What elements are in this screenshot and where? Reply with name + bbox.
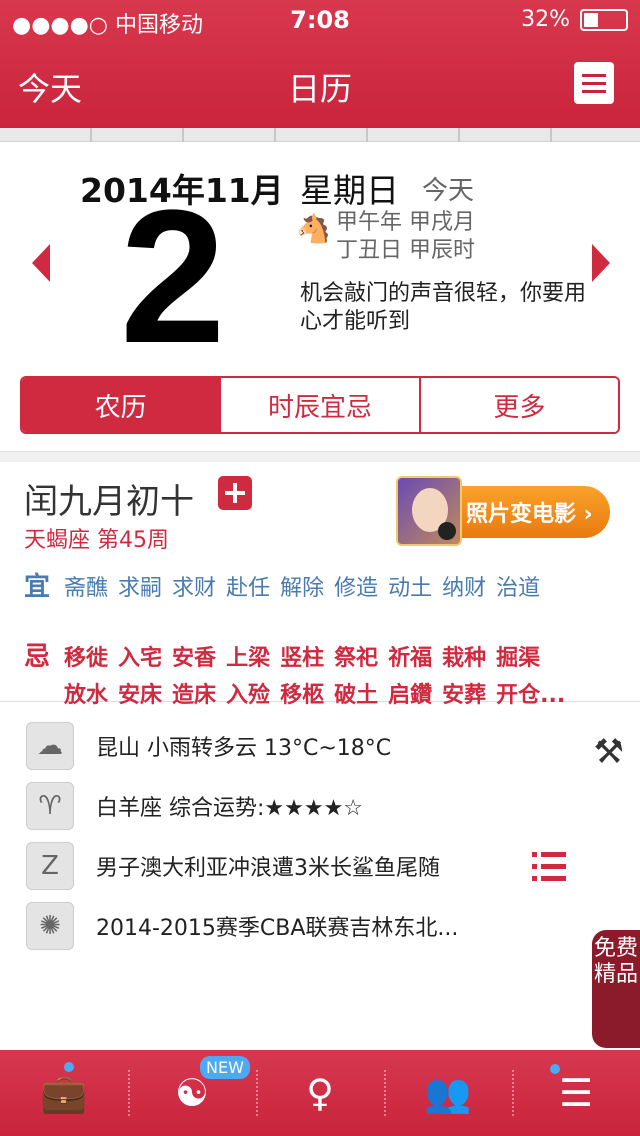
tools-icon[interactable]: ⚒ <box>594 732 624 772</box>
settings-tab[interactable]: ☰ <box>512 1050 640 1136</box>
weather-text: 昆山 小雨转多云 13°C~18°C <box>96 736 392 761</box>
battery-percent: 32% <box>521 7 570 32</box>
ji-item: 掘渠 <box>496 646 541 671</box>
horoscope-row[interactable]: ♈ 白羊座 综合运势:★★★★☆ <box>0 774 640 834</box>
sports-row[interactable]: ✺ 2014-2015赛季CBA联赛吉林东北... <box>0 894 640 954</box>
lunar-date: 闰九月初十 <box>24 482 194 522</box>
battery-icon <box>580 8 628 31</box>
new-badge: NEW <box>200 1056 250 1079</box>
yi-item: 纳财 <box>442 576 487 601</box>
yi-item: 求财 <box>172 576 217 601</box>
notepad-icon[interactable] <box>574 62 614 104</box>
fortune-tab[interactable]: ☯ NEW <box>128 1050 256 1136</box>
weather-row[interactable]: ☁ 昆山 小雨转多云 13°C~18°C ⚒ <box>0 714 640 774</box>
page-title: 日历 <box>287 70 352 108</box>
ji-item: 祭祀 <box>334 646 379 671</box>
news-text: 男子澳大利亚冲浪遭3米长鲨鱼尾随 <box>96 856 440 881</box>
toolbox-tab[interactable]: 💼 <box>0 1050 128 1136</box>
fortune-text: 机会敲门的声音很轻，你要用心才能听到 <box>300 281 587 334</box>
cloud-rain-icon: ☁ <box>26 722 74 770</box>
bottom-tab-bar: 💼 ☯ NEW ♀ 👥 ☰ <box>0 1050 640 1136</box>
sports-text: 2014-2015赛季CBA联赛吉林东北... <box>96 916 459 941</box>
ji-item: 移徙 <box>64 646 109 671</box>
horoscope-text: 白羊座 综合运势:★★★★☆ <box>96 796 364 821</box>
ji-item: 栽种 <box>442 646 487 671</box>
ruler-divider <box>0 128 640 142</box>
aries-icon: ♈ <box>26 782 74 830</box>
ganzhi-line-2: 丁丑日 甲辰时 <box>336 238 475 263</box>
ji-item: 竖柱 <box>280 646 325 671</box>
girl-silhouette-icon: ♀ <box>306 1071 334 1115</box>
today-label: 今天 <box>422 176 475 206</box>
ji-item: 入宅 <box>118 646 163 671</box>
yi-item: 求嗣 <box>118 576 163 601</box>
notification-dot <box>550 1064 560 1074</box>
yi-item: 修造 <box>334 576 379 601</box>
status-right: 32% <box>521 7 628 32</box>
zodiac-week: 天蝎座 第45周 <box>24 528 169 553</box>
ji-line-1: 忌 移徙 入宅 安香 上梁 竖柱 祭祀 祈福 栽种 掘渠 <box>24 636 565 673</box>
yi-item: 解除 <box>280 576 325 601</box>
sports-logo-icon: ✺ <box>26 902 74 950</box>
day-number: 2 <box>120 171 226 383</box>
yi-item: 斋醮 <box>64 576 109 601</box>
tab-lunar[interactable]: 农历 <box>22 378 220 432</box>
promo-button[interactable]: 照片变电影 › <box>462 486 610 538</box>
segment-tabs: 农历 时辰宜忌 更多 <box>20 376 620 434</box>
header: ●●●●○ 中国移动 7:08 32% 今天 日历 <box>0 0 640 128</box>
girl-tab[interactable]: ♀ <box>256 1050 384 1136</box>
ji-row: 忌 移徙 入宅 安香 上梁 竖柱 祭祀 祈福 栽种 掘渠 放水 安床 造床 入殓… <box>24 636 565 713</box>
yi-item: 赴任 <box>226 576 271 601</box>
ji-item: 上梁 <box>226 646 271 671</box>
info-list: ☁ 昆山 小雨转多云 13°C~18°C ⚒ ♈ 白羊座 综合运势:★★★★☆ … <box>0 704 640 954</box>
next-day-arrow-icon[interactable] <box>592 244 610 282</box>
horse-icon: 🐴 <box>296 212 331 245</box>
community-tab[interactable]: 👥 <box>384 1050 512 1136</box>
date-card: 2014年11月 2 星期日 今天 🐴 甲午年 甲戌月 丁丑日 甲辰时 机会敲门… <box>0 142 640 452</box>
ji-item: 祈福 <box>388 646 433 671</box>
promo-thumbnail <box>396 476 462 546</box>
toolbox-icon: 💼 <box>40 1070 88 1115</box>
yi-mark: 宜 <box>24 572 51 602</box>
server-icon: ☰ <box>558 1071 594 1115</box>
play-icon <box>438 522 456 540</box>
lunar-section: 闰九月初十 天蝎座 第45周 照片变电影 › 宜 斋醮 求嗣 求财 赴任 解除 … <box>0 452 640 708</box>
free-apps-tab[interactable]: 免费精品 <box>592 930 640 1048</box>
tab-more[interactable]: 更多 <box>418 378 618 432</box>
yi-item: 治道 <box>496 576 541 601</box>
add-event-icon[interactable] <box>218 476 252 510</box>
people-icon: 👥 <box>424 1070 472 1115</box>
yi-item: 动土 <box>388 576 433 601</box>
ji-mark: 忌 <box>24 642 51 672</box>
list-icon[interactable] <box>532 852 566 882</box>
news-logo-icon: Z <box>26 842 74 890</box>
notification-dot <box>64 1062 74 1072</box>
tab-hours[interactable]: 时辰宜忌 <box>219 378 419 432</box>
status-bar: ●●●●○ 中国移动 7:08 32% <box>0 0 640 40</box>
yi-row: 宜 斋醮 求嗣 求财 赴任 解除 修造 动土 纳财 治道 <box>24 566 540 603</box>
previous-day-arrow-icon[interactable] <box>32 244 50 282</box>
ji-item: 安香 <box>172 646 217 671</box>
photo-movie-promo[interactable]: 照片变电影 › <box>396 476 610 546</box>
